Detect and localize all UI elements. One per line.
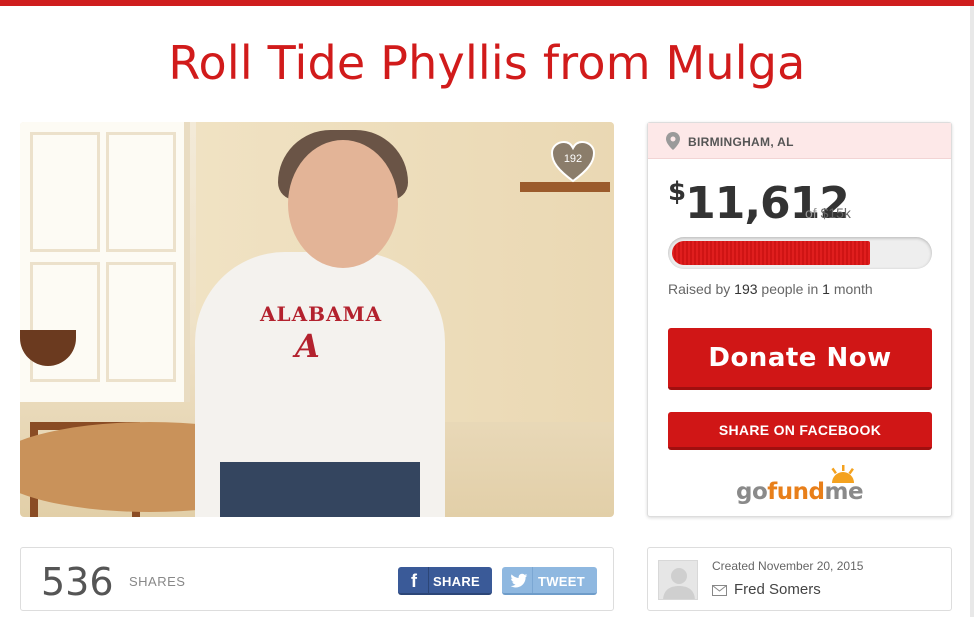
duration-number: 1 <box>822 281 830 297</box>
shares-count: 536 <box>41 560 114 604</box>
donor-count: 193 <box>734 281 758 297</box>
goal-value: $15k <box>820 205 851 221</box>
logo-go: go <box>736 479 768 505</box>
photo-shirt-letter: A <box>295 327 320 365</box>
location-bar: BIRMINGHAM, AL <box>648 123 951 159</box>
mail-icon[interactable] <box>712 585 727 596</box>
heart-count: 192 <box>563 153 583 165</box>
campaign-photo[interactable]: ALABAMA A 192 <box>20 122 614 517</box>
button-divider <box>532 567 533 593</box>
gofundme-wordmark: gofundme <box>736 479 864 505</box>
raised-amount-value: 11,612 <box>685 178 850 229</box>
logo-me: me <box>824 479 864 505</box>
button-divider <box>428 567 429 593</box>
donation-card: BIRMINGHAM, AL $11,612 of $15k Raised by… <box>647 122 952 517</box>
organizer-name[interactable]: Fred Somers <box>734 581 821 598</box>
facebook-share-label: SHARE <box>433 574 481 589</box>
goal-prefix: of <box>805 205 817 221</box>
photo-person-jeans <box>220 462 420 517</box>
photo-shirt-text: ALABAMA <box>260 302 383 326</box>
donate-now-button[interactable]: Donate Now <box>668 328 932 390</box>
avatar[interactable] <box>658 560 698 600</box>
organizer-box: Created November 20, 2015 Fred Somers <box>647 547 952 611</box>
people-in-text: people in <box>761 281 819 297</box>
raised-by-prefix: Raised by <box>668 281 731 297</box>
duration-unit: month <box>833 281 873 297</box>
logo-fund: fund <box>767 479 825 505</box>
currency-symbol: $ <box>668 177 686 207</box>
top-accent-bar <box>0 0 974 6</box>
page-title: Roll Tide Phyllis from Mulga <box>168 36 806 90</box>
share-on-facebook-button[interactable]: SHARE ON FACEBOOK <box>668 412 932 450</box>
created-date: Created November 20, 2015 <box>712 559 864 573</box>
raised-by-text: Raised by 193 people in 1 month <box>668 281 873 297</box>
location-text[interactable]: BIRMINGHAM, AL <box>688 135 794 149</box>
tweet-label: TWEET <box>538 574 585 589</box>
user-silhouette-icon <box>663 568 695 599</box>
shares-box: 536 SHARES f SHARE TWEET <box>20 547 614 611</box>
raised-amount: $11,612 <box>668 177 850 229</box>
progress-bar <box>668 237 932 269</box>
facebook-icon: f <box>411 571 417 591</box>
tweet-button[interactable]: TWEET <box>502 567 597 595</box>
facebook-share-button[interactable]: f SHARE <box>398 567 492 595</box>
photo-person-head <box>288 140 398 268</box>
twitter-icon <box>510 573 528 588</box>
gofundme-logo[interactable]: gofundme <box>736 465 866 505</box>
scrollbar[interactable] <box>970 6 974 617</box>
goal-text: of $15k <box>805 205 851 221</box>
progress-fill <box>672 241 870 265</box>
shares-label: SHARES <box>129 574 186 589</box>
map-pin-icon <box>666 132 680 150</box>
